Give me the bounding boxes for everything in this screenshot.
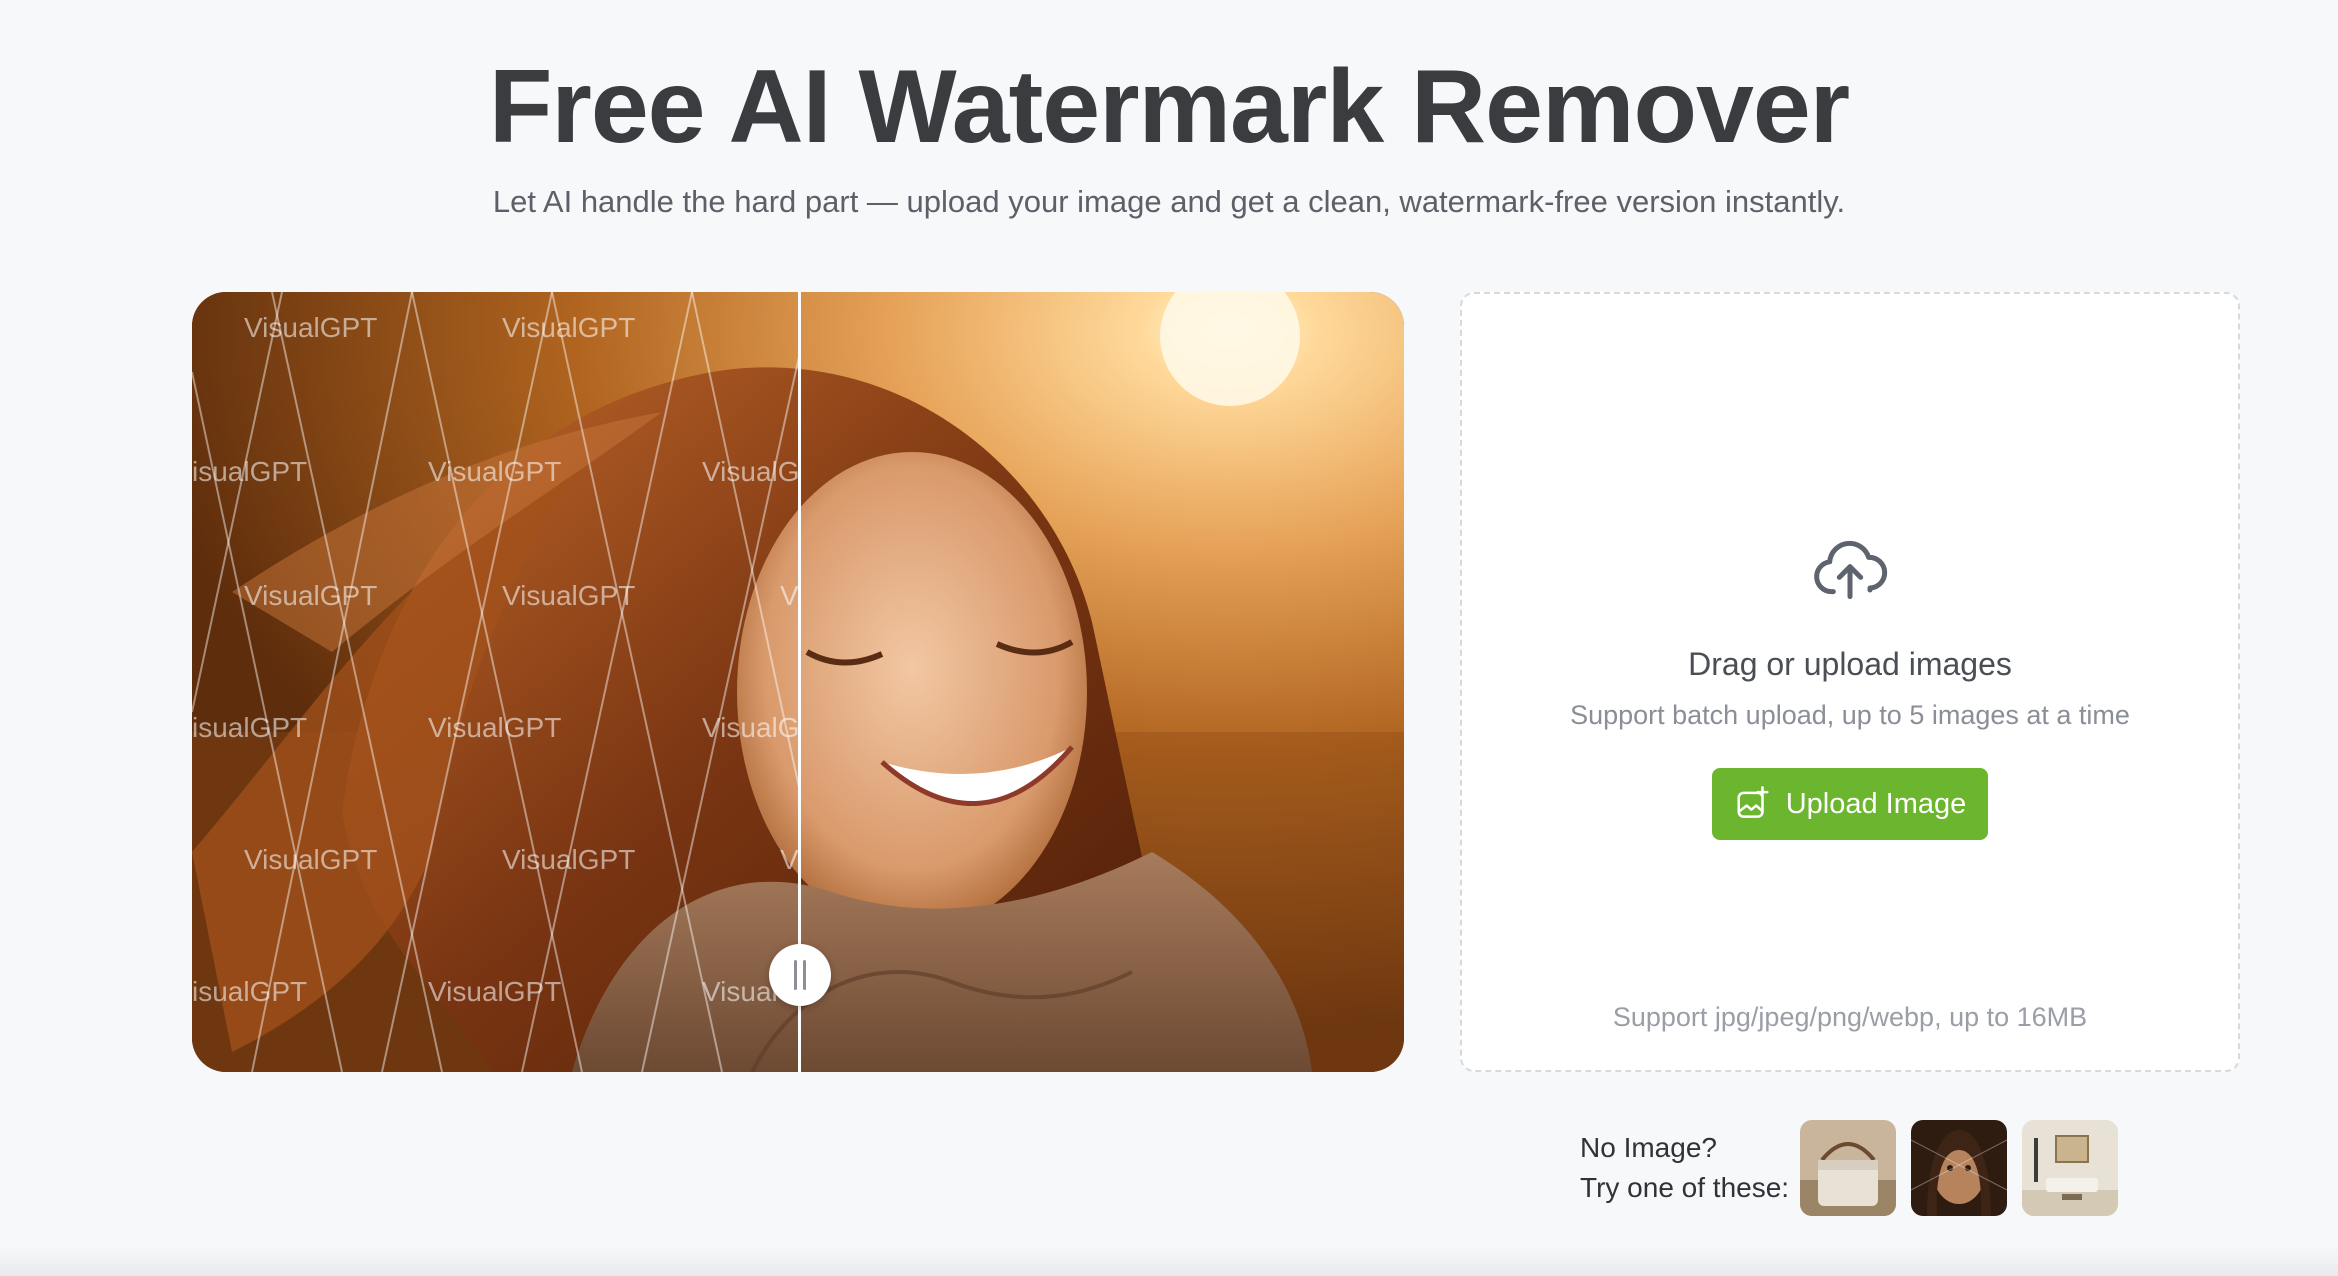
upload-subtitle: Support batch upload, up to 5 images at … [1570,700,2130,730]
watermark-text: VisualGPT [502,312,636,343]
watermark-text: VisualGPT [502,844,636,875]
watermark-text: VisualGPT [428,976,562,1007]
watermark-text: VisualGPT [428,456,562,487]
watermark-text: VisualGPT [502,580,636,611]
upload-image-button[interactable]: Upload Image [1712,768,1988,840]
supported-formats-note: Support jpg/jpeg/png/webp, up to 16MB [1612,1002,2088,1032]
sample-thumb-portrait[interactable] [1911,1120,2007,1216]
no-image-text: No Image? [1580,1132,1717,1163]
watermark-overlay: VisualGPT VisualGPT isualGPT VisualGPT V… [192,292,800,1072]
watermark-text: V [780,844,799,875]
drag-handle-icon [794,960,806,990]
portrait-thumbnail [1911,1120,2007,1216]
watermark-text: isualGPT [192,456,308,487]
watermark-text: VisualGPT [428,712,562,743]
cloud-upload-icon [1814,540,1888,600]
before-after-compare[interactable]: VisualGPT VisualGPT isualGPT VisualGPT V… [192,292,1404,1072]
watermark-text: isualGPT [192,712,308,743]
sample-images-label: No Image? Try one of these: [1580,1128,1789,1208]
bottom-shadow [0,1246,2338,1276]
compare-slider-handle[interactable] [769,944,831,1006]
try-sample-text: Try one of these: [1580,1172,1790,1203]
watermark-remover-page: Free AI Watermark Remover Let AI handle … [0,0,2338,1276]
upload-button-label: Upload Image [1785,787,1967,820]
handbag-thumbnail [1800,1120,1896,1216]
watermark-text: isualGPT [192,976,308,1007]
watermark-text: VisualGPT [244,312,378,343]
page-title: Free AI Watermark Remover [488,49,1850,165]
watermark-text: VisualG [702,712,800,743]
sample-thumb-handbag[interactable] [1800,1120,1896,1216]
watermark-text: VisualGPT [244,844,378,875]
living-room-thumbnail [2022,1120,2118,1216]
upload-title: Drag or upload images [1688,646,2012,682]
page-subtitle: Let AI handle the hard part — upload you… [492,184,1846,219]
upload-dropzone[interactable]: Drag or upload images Support batch uplo… [1460,292,2240,1072]
watermark-text: VisualG [702,456,800,487]
image-add-icon [1737,786,1769,818]
watermark-text: VisualGPT [244,580,378,611]
sample-thumb-living-room[interactable] [2022,1120,2118,1216]
watermark-text: V [780,580,799,611]
